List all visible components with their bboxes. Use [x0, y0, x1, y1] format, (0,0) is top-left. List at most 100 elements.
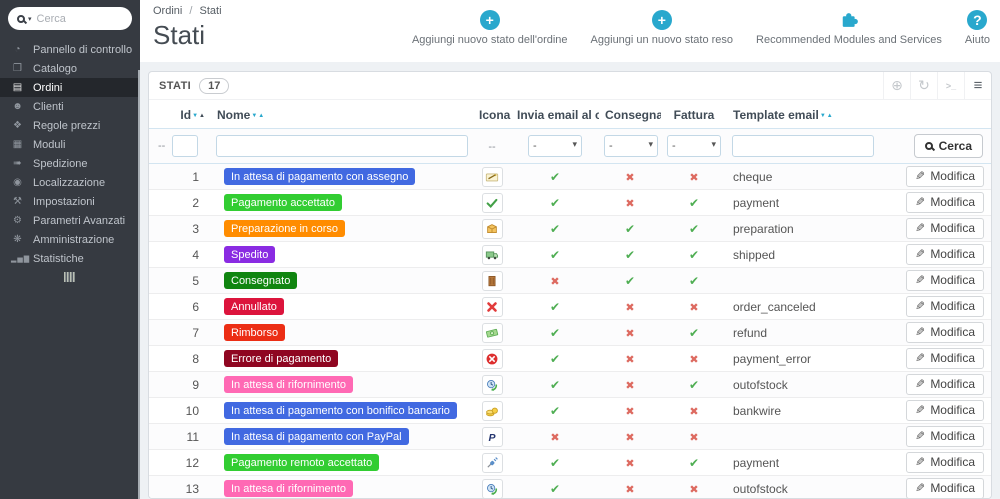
edit-button[interactable]: Modifica: [906, 400, 984, 421]
page-header: Ordini / Stati Stati + Aggiungi nuovo st…: [140, 0, 1000, 62]
status-badge: In attesa di pagamento con assegno: [224, 168, 415, 185]
localization-icon: [11, 177, 24, 188]
help-icon: ?: [967, 10, 987, 30]
edit-button[interactable]: Modifica: [906, 322, 984, 343]
sort-desc-icon[interactable]: [192, 113, 198, 119]
sort-asc-icon[interactable]: [827, 113, 833, 119]
edit-button[interactable]: Modifica: [906, 296, 984, 317]
orders-icon: [11, 82, 24, 93]
truck-icon: [482, 245, 503, 265]
email-template: order_canceled: [727, 294, 879, 320]
customers-icon: [11, 101, 24, 112]
restock-icon: [482, 479, 503, 499]
sidebar-item-customers[interactable]: Clienti: [0, 97, 140, 116]
breadcrumb: Ordini / Stati: [153, 5, 222, 17]
edit-button[interactable]: Modifica: [906, 426, 984, 447]
sidebar-item-price-rules[interactable]: Regole prezzi: [0, 116, 140, 135]
cross-icon: [482, 297, 503, 317]
help-button[interactable]: ? Aiuto: [965, 10, 990, 46]
sidebar-item-shipping[interactable]: Spedizione: [0, 154, 140, 173]
add-order-status-button[interactable]: + Aggiungi nuovo stato dell'ordine: [412, 10, 568, 46]
sort-asc-icon[interactable]: [258, 113, 264, 119]
sidebar-item-stats[interactable]: Statistiche: [0, 249, 140, 268]
id-filter-input[interactable]: [172, 135, 198, 157]
name-filter-input[interactable]: [216, 135, 468, 157]
sidebar-item-label: Moduli: [33, 139, 65, 151]
sidebar-item-preferences[interactable]: Impostazioni: [0, 192, 140, 211]
add-return-status-button[interactable]: + Aggiungi un nuovo stato reso: [591, 10, 734, 46]
database-icon[interactable]: [964, 72, 991, 99]
pencil-icon: [915, 403, 925, 417]
refresh-icon[interactable]: [910, 72, 937, 99]
edit-button[interactable]: Modifica: [906, 452, 984, 473]
edit-button[interactable]: Modifica: [906, 166, 984, 187]
sidebar-item-catalog[interactable]: Catalogo: [0, 59, 140, 78]
check-icon: [482, 193, 503, 213]
search-button[interactable]: Cerca: [914, 134, 983, 158]
chevron-down-icon[interactable]: ▾: [28, 15, 32, 23]
edit-label: Modifica: [930, 403, 975, 417]
sidebar-item-modules[interactable]: Moduli: [0, 135, 140, 154]
edit-button[interactable]: Modifica: [906, 478, 984, 499]
status-badge: Errore di pagamento: [224, 350, 338, 367]
terminal-icon[interactable]: [937, 72, 964, 99]
sort-desc-icon[interactable]: [820, 113, 826, 119]
administration-icon: [11, 234, 24, 245]
filter-row: -- -- - - - Cerca: [149, 129, 991, 164]
email-cell: [511, 450, 599, 476]
sidebar-item-administration[interactable]: Amministrazione: [0, 230, 140, 249]
cross-mark-icon: [625, 352, 634, 366]
collapse-menu-icon[interactable]: [64, 272, 75, 282]
sort-asc-icon[interactable]: [199, 113, 205, 119]
edit-button[interactable]: Modifica: [906, 218, 984, 239]
delivery-filter-select[interactable]: -: [604, 135, 658, 157]
pencil-icon: [915, 169, 925, 183]
column-header-id[interactable]: Id: [149, 100, 211, 129]
sidebar-item-orders[interactable]: Ordini: [0, 78, 140, 97]
invoice-filter-select[interactable]: -: [667, 135, 721, 157]
sidebar-item-label: Ordini: [33, 82, 62, 94]
recommended-modules-button[interactable]: Recommended Modules and Services: [756, 10, 942, 46]
app: ▾ Pannello di controllo Catalogo Ordini …: [0, 0, 1000, 499]
package-icon: [482, 219, 503, 239]
sidebar-scrollbar[interactable]: [138, 70, 140, 499]
column-header-nome[interactable]: Nome: [211, 100, 473, 129]
column-header-template-email[interactable]: Template email: [727, 100, 879, 129]
search-icon: [17, 15, 25, 23]
sidebar-item-advanced-parameters[interactable]: Parametri Avanzati: [0, 211, 140, 230]
edit-button[interactable]: Modifica: [906, 374, 984, 395]
edit-button[interactable]: Modifica: [906, 270, 984, 291]
restock-icon: [482, 375, 503, 395]
sidebar-item-label: Regole prezzi: [33, 120, 100, 132]
status-badge: In attesa di rifornimento: [224, 480, 353, 497]
cross-mark-icon: [689, 170, 698, 184]
check-mark-icon: [550, 248, 560, 262]
edit-button[interactable]: Modifica: [906, 348, 984, 369]
breadcrumb-parent[interactable]: Ordini: [153, 5, 182, 17]
email-filter-select[interactable]: -: [528, 135, 582, 157]
edit-label: Modifica: [930, 377, 975, 391]
status-name-cell: In attesa di rifornimento: [211, 372, 473, 398]
edit-label: Modifica: [930, 455, 975, 469]
cross-mark-icon: [689, 404, 698, 418]
delivery-cell: [599, 424, 661, 450]
email-cell: [511, 424, 599, 450]
status-icon-cell: [473, 476, 511, 499]
table-row: 8 Errore di pagamento payment_error Modi…: [149, 346, 991, 372]
cross-mark-icon: [625, 430, 634, 444]
stats-icon: [11, 253, 24, 264]
sort-desc-icon[interactable]: [251, 113, 257, 119]
edit-button[interactable]: Modifica: [906, 192, 984, 213]
cross-mark-icon: [689, 352, 698, 366]
edit-button[interactable]: Modifica: [906, 244, 984, 265]
shipping-icon: [11, 158, 24, 169]
status-icon-cell: [473, 268, 511, 294]
pencil-icon: [915, 481, 925, 495]
email-cell: [511, 294, 599, 320]
plus-circle-icon[interactable]: [883, 72, 910, 99]
search-input[interactable]: [37, 13, 107, 25]
template-filter-input[interactable]: [732, 135, 874, 157]
sidebar-item-dashboard[interactable]: Pannello di controllo: [0, 40, 140, 59]
plus-circle-icon: +: [480, 10, 500, 30]
sidebar-item-localization[interactable]: Localizzazione: [0, 173, 140, 192]
